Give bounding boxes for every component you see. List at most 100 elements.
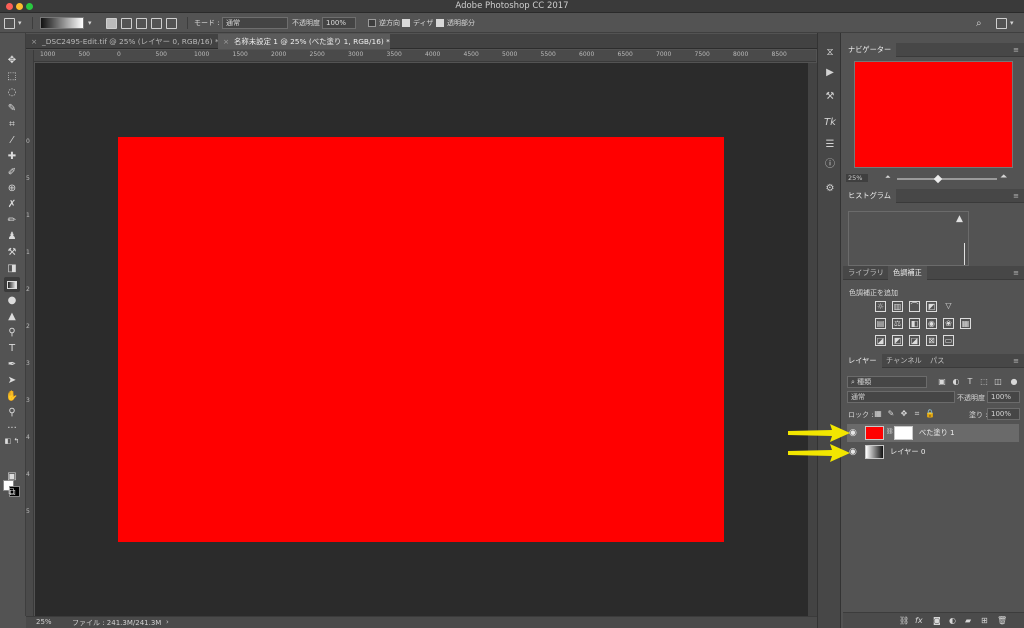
healing-brush-tool-icon[interactable]: ✚ bbox=[4, 149, 20, 164]
zoom-tool-icon[interactable]: ⚲ bbox=[4, 405, 20, 420]
color-balance-icon[interactable]: ⚖ bbox=[892, 318, 903, 329]
workspace-switcher[interactable]: ▾ bbox=[996, 16, 1014, 30]
gradient-tool-icon[interactable] bbox=[4, 277, 20, 292]
mode-select[interactable]: 通常 bbox=[222, 16, 288, 30]
zoom-level[interactable]: 25% bbox=[36, 618, 52, 626]
tab-histogram[interactable]: ヒストグラム bbox=[843, 189, 896, 203]
reverse-option[interactable]: 逆方向 bbox=[368, 16, 400, 30]
close-icon[interactable]: × bbox=[31, 34, 37, 49]
layer-fill-field[interactable]: 100% bbox=[987, 408, 1020, 420]
pencil-tool-icon[interactable]: ✏ bbox=[4, 213, 20, 228]
lock-transparent-icon[interactable]: ▦ bbox=[873, 409, 883, 419]
screen-mode-icon[interactable]: ⧉ bbox=[4, 485, 20, 500]
quick-select-tool-icon[interactable]: ✎ bbox=[4, 101, 20, 116]
zoom-slider[interactable] bbox=[897, 178, 997, 180]
history-brush-tool-icon[interactable]: ✗ bbox=[4, 197, 20, 212]
filter-toggle-icon[interactable]: ● bbox=[1009, 377, 1019, 387]
reset-colors-icon[interactable]: ◧ ↰ bbox=[4, 433, 20, 448]
panel-menu-icon[interactable]: ≡ bbox=[1013, 46, 1019, 54]
filter-smart-object-icon[interactable]: ◫ bbox=[993, 377, 1003, 387]
zoom-slider-knob[interactable] bbox=[933, 174, 943, 184]
layer-thumbnail[interactable] bbox=[865, 445, 884, 459]
panel-menu-icon[interactable]: ≡ bbox=[1013, 269, 1019, 277]
tab-adjustments[interactable]: 色調補正 bbox=[888, 266, 927, 280]
tk-plugin-icon[interactable]: Tk bbox=[824, 117, 836, 129]
layer-name[interactable]: レイヤー 0 bbox=[890, 447, 925, 457]
stamp-tool-icon[interactable]: ♟ bbox=[4, 229, 20, 244]
reverse-checkbox[interactable] bbox=[368, 19, 376, 27]
dither-checkbox[interactable] bbox=[402, 19, 410, 27]
link-layers-icon[interactable]: ⛓ bbox=[899, 616, 909, 625]
lock-artboard-icon[interactable]: ⌗ bbox=[912, 409, 922, 419]
move-tool-icon[interactable]: ✥ bbox=[4, 53, 20, 68]
properties-icon[interactable]: ☰ bbox=[824, 139, 836, 151]
transparency-option[interactable]: 透明部分 bbox=[436, 16, 475, 30]
reflected-gradient-icon[interactable] bbox=[151, 17, 162, 29]
lock-all-icon[interactable]: 🔒 bbox=[925, 409, 935, 419]
blur-tool-icon[interactable]: ● bbox=[4, 293, 20, 308]
info-icon[interactable]: ⓘ bbox=[824, 159, 836, 171]
path-select-tool-icon[interactable]: ➤ bbox=[4, 373, 20, 388]
gradient-swatch[interactable] bbox=[40, 17, 84, 29]
navigator-thumbnail[interactable] bbox=[854, 61, 1013, 168]
layer-opacity-field[interactable]: 100% bbox=[987, 391, 1020, 403]
hue-saturation-icon[interactable]: ▤ bbox=[875, 318, 886, 329]
warning-icon[interactable]: ▲ bbox=[956, 214, 963, 224]
lock-image-icon[interactable]: ✎ bbox=[886, 409, 896, 419]
photo-filter-icon[interactable]: ◉ bbox=[926, 318, 937, 329]
filter-adjustment-icon[interactable]: ◐ bbox=[951, 377, 961, 387]
black-white-icon[interactable]: ◧ bbox=[909, 318, 920, 329]
transparency-checkbox[interactable] bbox=[436, 19, 444, 27]
search-icon[interactable]: ⌕ bbox=[976, 16, 982, 30]
layer-filter-kind-select[interactable]: ⌕ 種類 bbox=[847, 376, 927, 388]
panel-menu-icon[interactable]: ≡ bbox=[1013, 357, 1019, 365]
horizontal-ruler[interactable]: 1000 500 0 500 1000 1500 2000 2500 3000 3500 4000 4… bbox=[34, 50, 816, 62]
plugin-icon[interactable]: ⚙ bbox=[824, 183, 836, 195]
curves-icon[interactable]: ⌒ bbox=[909, 301, 920, 312]
crop-tool-icon[interactable]: ⌗ bbox=[4, 117, 20, 132]
gradient-map-icon[interactable]: ▭ bbox=[943, 335, 954, 346]
threshold-icon[interactable]: ◪ bbox=[909, 335, 920, 346]
posterize-icon[interactable]: ◩ bbox=[892, 335, 903, 346]
delete-layer-icon[interactable]: 🗑 bbox=[997, 616, 1007, 625]
canvas-area[interactable] bbox=[35, 63, 808, 616]
eyedropper-tool-icon[interactable]: ⁄ bbox=[4, 133, 20, 148]
dodge-tool-icon[interactable]: ⚲ bbox=[4, 325, 20, 340]
fx-icon[interactable]: fx bbox=[915, 616, 923, 625]
chevron-right-icon[interactable]: › bbox=[166, 618, 169, 626]
history-icon[interactable]: ⧖ bbox=[824, 47, 836, 59]
type-tool-icon[interactable]: T bbox=[4, 341, 20, 356]
add-mask-icon[interactable]: ◙ bbox=[933, 616, 941, 625]
layer-thumbnail[interactable] bbox=[865, 426, 884, 440]
navigator-zoom-value[interactable]: 25% bbox=[846, 174, 869, 182]
linear-gradient-icon[interactable] bbox=[106, 17, 117, 29]
vertical-ruler[interactable]: 0 5 1 1 2 2 3 3 4 4 5 bbox=[26, 50, 34, 616]
new-adjustment-layer-icon[interactable]: ◐ bbox=[949, 616, 956, 625]
opacity-field[interactable]: 100% bbox=[322, 16, 356, 30]
lock-position-icon[interactable]: ✥ bbox=[899, 409, 909, 419]
tab-navigator[interactable]: ナビゲーター bbox=[843, 43, 897, 57]
tab-libraries[interactable]: ライブラリ bbox=[843, 266, 889, 280]
quick-mask-icon[interactable]: ▣ bbox=[4, 469, 20, 484]
layer-name[interactable]: べた塗り 1 bbox=[919, 428, 955, 438]
filter-shape-icon[interactable]: ⬚ bbox=[979, 377, 989, 387]
panel-menu-icon[interactable]: ≡ bbox=[1013, 192, 1019, 200]
vertical-scrollbar[interactable] bbox=[808, 63, 817, 616]
gradient-picker[interactable]: ▾ bbox=[40, 16, 92, 30]
dither-option[interactable]: ディザ bbox=[402, 16, 434, 30]
angle-gradient-icon[interactable] bbox=[136, 17, 147, 29]
tab-layers[interactable]: レイヤー bbox=[843, 354, 882, 368]
filter-pixel-icon[interactable]: ▣ bbox=[937, 377, 947, 387]
blend-mode-select[interactable]: 通常 bbox=[847, 391, 955, 403]
eraser-tool-icon[interactable]: ◨ bbox=[4, 261, 20, 276]
new-group-icon[interactable]: ▰ bbox=[965, 616, 971, 625]
filter-type-icon[interactable]: T bbox=[965, 377, 975, 387]
new-layer-icon[interactable]: ⊞ bbox=[981, 616, 988, 625]
tool-preset-picker[interactable]: ▾ bbox=[4, 16, 22, 30]
brightness-contrast-icon[interactable]: ☼ bbox=[875, 301, 886, 312]
sharpen-tool-icon[interactable]: ▲ bbox=[4, 309, 20, 324]
tab-document-2[interactable]: × 名称未設定 1 @ 25% (べた塗り 1, RGB/16) * bbox=[218, 34, 390, 49]
layer-row-layer-0[interactable]: ◉ レイヤー 0 bbox=[847, 443, 1019, 461]
art-history-brush-icon[interactable]: ⚒ bbox=[4, 245, 20, 260]
pen-tool-icon[interactable]: ✒ bbox=[4, 357, 20, 372]
